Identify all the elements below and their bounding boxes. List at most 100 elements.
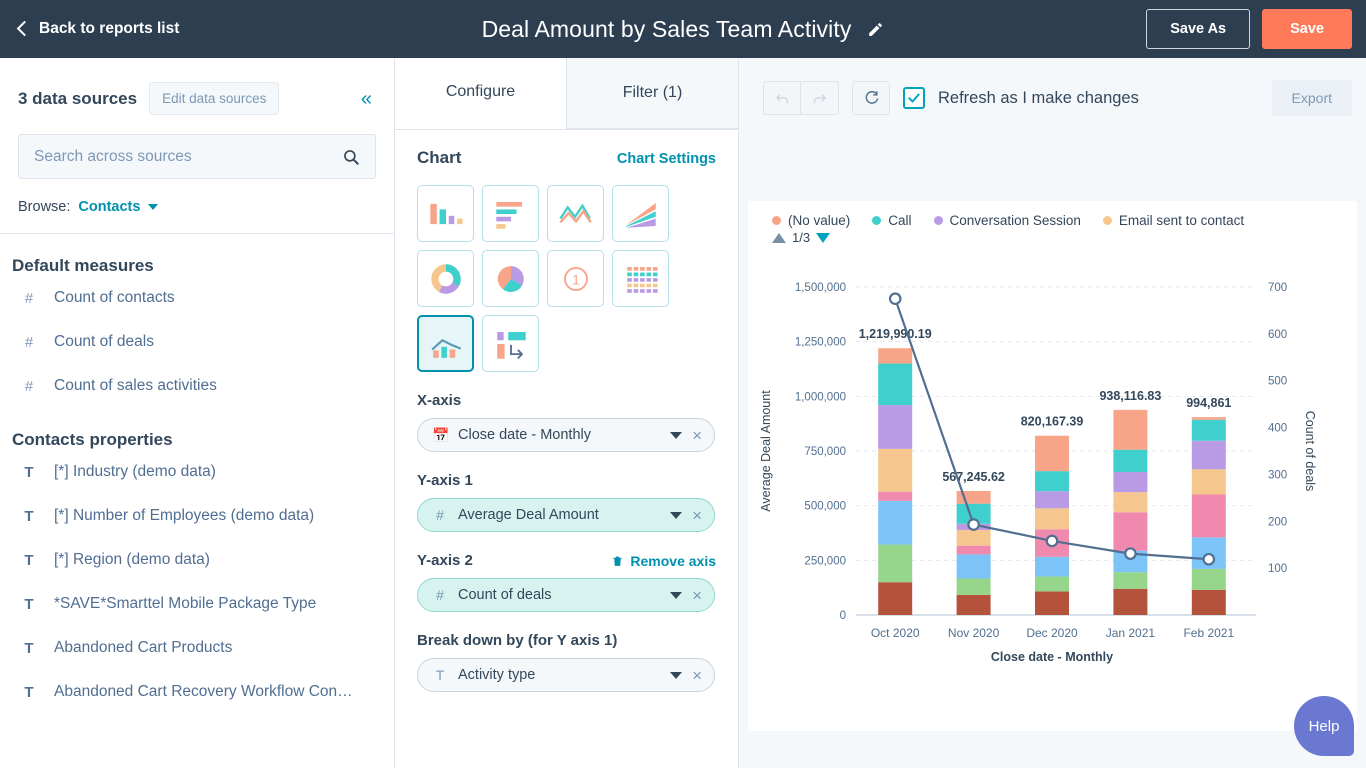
bar-segment[interactable]	[878, 582, 913, 615]
redo-button[interactable]	[801, 81, 839, 115]
bar-segment[interactable]	[878, 363, 913, 406]
chart-type-combo-chart[interactable]	[417, 315, 474, 372]
bar-segment[interactable]	[1113, 471, 1148, 493]
property-item-2[interactable]: T [*] Region (demo data)	[0, 538, 394, 582]
checkbox-box[interactable]	[903, 87, 925, 109]
chart-type-single-value-chart[interactable]: 1	[547, 250, 604, 307]
bar-segment[interactable]	[1191, 568, 1226, 590]
line-data-point[interactable]	[888, 292, 902, 306]
bar-segment[interactable]	[1113, 449, 1148, 472]
y-axis-2-select[interactable]: # Count of deals ×	[417, 578, 715, 612]
bar-segment[interactable]	[1191, 440, 1226, 470]
bar-segment[interactable]	[1113, 512, 1148, 551]
legend-item-1[interactable]: Call	[872, 213, 912, 228]
chart-type-horizontal-bar-chart[interactable]	[482, 185, 539, 242]
bar-segment[interactable]	[956, 529, 991, 546]
search-across-sources-box[interactable]	[18, 134, 376, 179]
legend-prev-icon[interactable]	[772, 232, 786, 243]
refresh-button[interactable]	[852, 81, 890, 115]
legend-item-2[interactable]: Conversation Session	[933, 213, 1081, 228]
combo-chart[interactable]: 0 250,000 500,000 750,000 1,000,000 1,250,000…	[748, 245, 1357, 695]
legend-item-3[interactable]: Email sent to contact	[1102, 213, 1244, 228]
legend-item-0[interactable]: (No value)	[772, 213, 850, 228]
chart-type-pivot-table[interactable]	[482, 315, 539, 372]
bar-segment[interactable]	[956, 578, 991, 595]
bar-segment[interactable]	[1113, 572, 1148, 589]
bar-segment[interactable]	[1191, 589, 1226, 615]
chevron-double-left-icon[interactable]: «	[361, 89, 372, 109]
measure-item-1[interactable]: # Count of deals	[0, 320, 394, 364]
chart-type-pie-chart[interactable]	[482, 250, 539, 307]
line-data-point[interactable]	[967, 518, 980, 531]
property-item-0[interactable]: T [*] Industry (demo data)	[0, 450, 394, 494]
chart-type-table-chart[interactable]	[612, 250, 669, 307]
chevron-down-icon[interactable]	[670, 591, 683, 599]
bar-segment[interactable]	[1035, 556, 1069, 577]
line-data-point[interactable]	[1202, 552, 1216, 566]
chart-type-vertical-bar-chart[interactable]	[417, 185, 474, 242]
property-item-5[interactable]: T Abandoned Cart Recovery Workflow Con…	[0, 670, 394, 714]
chart-settings-link[interactable]: Chart Settings	[617, 151, 716, 167]
bar-segment[interactable]	[1035, 591, 1069, 615]
chevron-down-icon[interactable]	[670, 671, 683, 679]
bar-segment[interactable]	[1113, 492, 1148, 513]
chevron-down-icon[interactable]	[670, 511, 683, 519]
close-icon[interactable]: ×	[692, 587, 702, 604]
search-input[interactable]	[34, 147, 342, 166]
chart-legend: (No value) Call Conversation Session Email …	[748, 201, 1357, 228]
undo-button[interactable]	[763, 81, 801, 115]
bar-segment[interactable]	[1035, 508, 1069, 530]
bar-segment[interactable]	[878, 544, 913, 583]
save-as-button[interactable]: Save As	[1146, 9, 1251, 49]
export-button[interactable]: Export	[1271, 80, 1352, 116]
bar-segment[interactable]	[878, 448, 913, 492]
legend-next-icon[interactable]	[816, 232, 831, 243]
bar-segment[interactable]	[878, 405, 913, 449]
bar-segment[interactable]	[956, 554, 991, 579]
remove-axis-button[interactable]: Remove axis	[611, 553, 716, 569]
bar-segment[interactable]	[1035, 435, 1069, 472]
y-axis-1-select[interactable]: # Average Deal Amount ×	[417, 498, 715, 532]
bar-segment[interactable]	[1113, 409, 1148, 450]
line-data-point[interactable]	[1124, 547, 1137, 560]
breakdown-select[interactable]: T Activity type ×	[417, 658, 715, 692]
chevron-down-icon[interactable]	[148, 204, 159, 210]
bar-segment[interactable]	[878, 348, 913, 364]
pencil-icon[interactable]	[867, 21, 884, 38]
refresh-as-i-make-changes-checkbox[interactable]: Refresh as I make changes	[903, 87, 1139, 109]
chart-type-donut-chart[interactable]	[417, 250, 474, 307]
help-button[interactable]: Help	[1294, 696, 1354, 756]
close-icon[interactable]: ×	[692, 667, 702, 684]
measure-item-2[interactable]: # Count of sales activities	[0, 364, 394, 408]
bar-segment[interactable]	[1191, 417, 1226, 420]
property-item-1[interactable]: T [*] Number of Employees (demo data)	[0, 494, 394, 538]
bar-segment[interactable]	[1191, 494, 1226, 538]
browse-selected-object[interactable]: Contacts	[78, 199, 140, 215]
chart-type-area-chart[interactable]	[612, 185, 669, 242]
edit-data-sources-button[interactable]: Edit data sources	[149, 82, 280, 115]
search-icon[interactable]	[342, 148, 360, 166]
bar-segment[interactable]	[1191, 419, 1226, 441]
back-to-reports-list-link[interactable]: Back to reports list	[16, 20, 179, 38]
save-button[interactable]: Save	[1262, 9, 1352, 49]
chart-type-line-chart[interactable]	[547, 185, 604, 242]
bar-segment[interactable]	[1035, 471, 1069, 492]
property-item-4[interactable]: T Abandoned Cart Products	[0, 626, 394, 670]
bar-segment[interactable]	[1113, 588, 1148, 615]
close-icon[interactable]: ×	[692, 507, 702, 524]
tab-configure[interactable]: Configure	[395, 58, 566, 129]
property-item-3[interactable]: T *SAVE*Smarttel Mobile Package Type	[0, 582, 394, 626]
bar-segment[interactable]	[878, 500, 913, 545]
bar-segment[interactable]	[1191, 469, 1226, 495]
bar-segment[interactable]	[956, 594, 991, 615]
tab-filter-1[interactable]: Filter (1)	[566, 58, 738, 129]
chevron-down-icon[interactable]	[670, 431, 683, 439]
close-icon[interactable]: ×	[692, 427, 702, 444]
bar-segment[interactable]	[1035, 576, 1069, 592]
x-axis-select[interactable]: 📅 Close date - Monthly ×	[417, 418, 715, 452]
bar-segment[interactable]	[956, 545, 991, 555]
bar-segment[interactable]	[1035, 491, 1069, 509]
measure-item-0[interactable]: # Count of contacts	[0, 276, 394, 320]
line-data-point[interactable]	[1045, 534, 1059, 548]
bar-segment[interactable]	[878, 491, 913, 501]
